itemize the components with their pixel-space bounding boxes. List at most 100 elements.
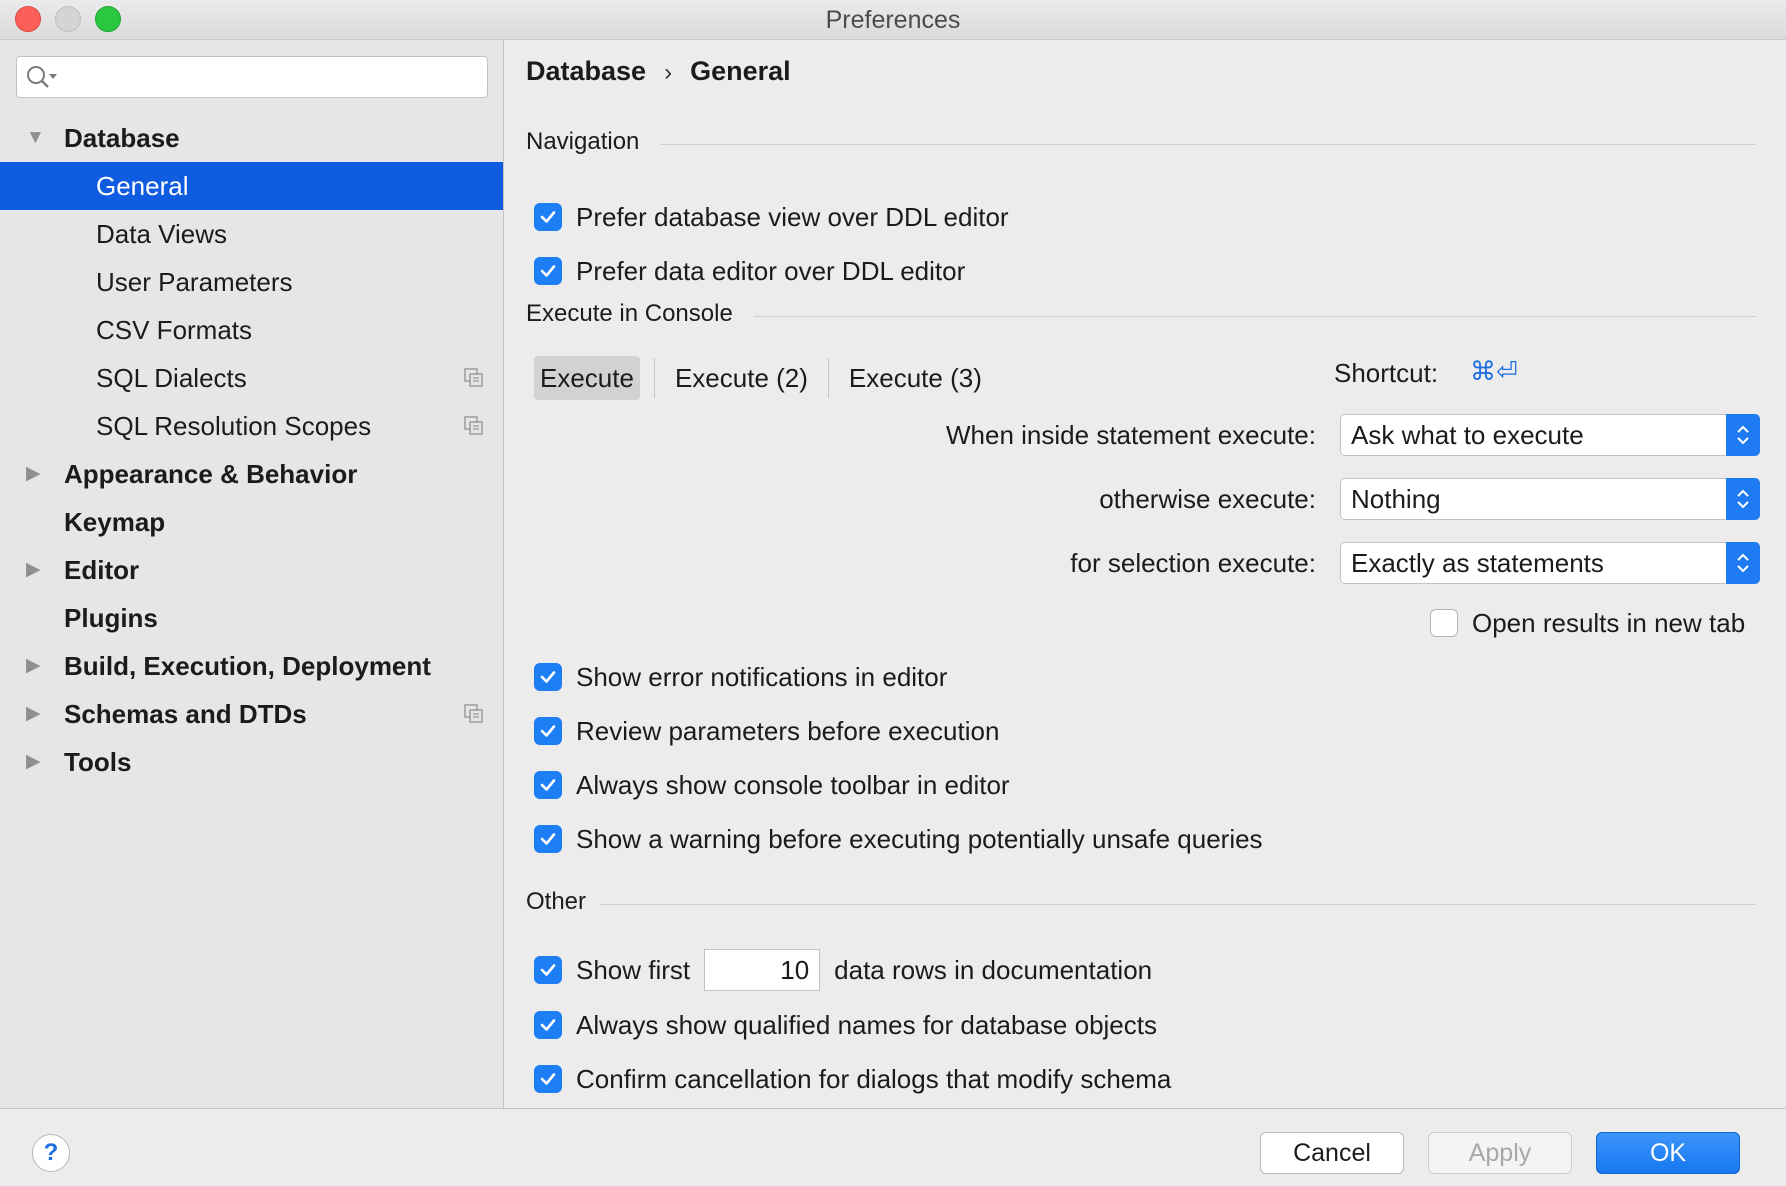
sidebar-item-label: Plugins <box>64 603 158 633</box>
breadcrumb-parent[interactable]: Database <box>526 56 646 86</box>
sidebar-item-user-parameters[interactable]: User Parameters <box>0 258 503 306</box>
execute-tabs: Execute Execute (2) Execute (3) <box>534 356 988 400</box>
preferences-window: Preferences ▼ Database General Data View… <box>0 0 1786 1186</box>
section-title-navigation: Navigation <box>526 128 652 156</box>
sidebar-item-appearance-behavior[interactable]: ▶ Appearance & Behavior <box>0 450 503 498</box>
settings-tree: ▼ Database General Data Views User Param… <box>0 114 503 786</box>
option-confirm-cancellation[interactable]: Confirm cancellation for dialogs that mo… <box>534 1062 1171 1096</box>
checkbox-label: Review parameters before execution <box>576 715 1000 746</box>
sidebar-item-label: CSV Formats <box>96 315 253 345</box>
up-down-arrows-icon[interactable] <box>1726 542 1760 584</box>
tab-execute-3[interactable]: Execute (3) <box>843 356 988 400</box>
sidebar-item-label: SQL Dialects <box>96 363 247 393</box>
cancel-button[interactable]: Cancel <box>1260 1132 1404 1174</box>
selection-execute-select[interactable]: Exactly as statements <box>1340 542 1760 584</box>
section-title-other: Other <box>526 888 599 916</box>
sidebar-item-sql-dialects[interactable]: SQL Dialects <box>0 354 503 402</box>
sidebar-item-csv-formats[interactable]: CSV Formats <box>0 306 503 354</box>
sidebar-item-keymap[interactable]: Keymap <box>0 498 503 546</box>
select-value: Nothing <box>1351 484 1441 514</box>
sidebar-item-label: Database <box>64 123 180 153</box>
search-input[interactable] <box>63 61 473 93</box>
settings-content: Database › General Navigation Prefer datab… <box>504 40 1786 1108</box>
option-open-results-new-tab[interactable]: Open results in new tab <box>1430 606 1745 640</box>
inside-statement-select[interactable]: Ask what to execute <box>1340 414 1760 456</box>
sidebar-item-label: General <box>96 171 189 201</box>
checkbox-label: Always show qualified names for database… <box>576 1009 1157 1040</box>
sidebar-item-schemas-and-dtds[interactable]: ▶ Schemas and DTDs <box>0 690 503 738</box>
checkbox[interactable] <box>534 1065 562 1093</box>
sidebar-item-sql-resolution-scopes[interactable]: SQL Resolution Scopes <box>0 402 503 450</box>
checkbox-label: Always show console toolbar in editor <box>576 769 1010 800</box>
checkbox[interactable] <box>534 956 562 984</box>
tab-execute-2[interactable]: Execute (2) <box>669 356 814 400</box>
section-title-execute-in-console: Execute in Console <box>526 300 745 328</box>
option-show-console-toolbar[interactable]: Always show console toolbar in editor <box>534 768 1010 802</box>
checkbox-label: Show error notifications in editor <box>576 661 948 692</box>
checkbox[interactable] <box>534 1011 562 1039</box>
collapsed-arrow-icon[interactable]: ▶ <box>26 450 41 498</box>
search-icon[interactable] <box>25 64 59 90</box>
collapsed-arrow-icon[interactable]: ▶ <box>26 546 41 594</box>
checkbox[interactable] <box>534 663 562 691</box>
checkbox[interactable] <box>534 257 562 285</box>
apply-button[interactable]: Apply <box>1428 1132 1572 1174</box>
checkbox-label: Show first <box>576 954 691 985</box>
window-title: Preferences <box>825 6 961 34</box>
otherwise-execute-select[interactable]: Nothing <box>1340 478 1760 520</box>
search-box[interactable] <box>16 56 488 98</box>
rows-count-field[interactable]: 10 <box>704 949 821 991</box>
collapsed-arrow-icon[interactable]: ▶ <box>26 642 41 690</box>
shortcut-keys[interactable]: ⌘⏎ <box>1470 356 1518 387</box>
section-divider <box>660 144 1756 145</box>
option-show-unsafe-warning[interactable]: Show a warning before executing potentia… <box>534 822 1263 856</box>
project-copy-icon <box>464 416 483 435</box>
sidebar-item-label: Tools <box>64 747 132 777</box>
sidebar-item-label: Editor <box>64 555 140 585</box>
title-bar: Preferences <box>0 0 1786 40</box>
sidebar-item-label: Build, Execution, Deployment <box>64 651 431 681</box>
help-button[interactable]: ? <box>32 1134 70 1172</box>
checkbox-label-suffix: data rows in documentation <box>834 954 1153 985</box>
sidebar-item-tools[interactable]: ▶ Tools <box>0 738 503 786</box>
checkbox[interactable] <box>534 825 562 853</box>
sidebar-item-label: User Parameters <box>96 267 293 297</box>
sidebar-item-general[interactable]: General <box>0 162 503 210</box>
settings-sidebar: ▼ Database General Data Views User Param… <box>0 40 504 1108</box>
collapsed-arrow-icon[interactable]: ▶ <box>26 738 41 786</box>
expanded-arrow-icon[interactable]: ▼ <box>26 114 45 162</box>
checkbox-label: Prefer database view over DDL editor <box>576 201 1009 232</box>
checkbox[interactable] <box>534 717 562 745</box>
checkbox[interactable] <box>1430 609 1458 637</box>
checkbox-label: Open results in new tab <box>1472 607 1746 638</box>
sidebar-item-plugins[interactable]: Plugins <box>0 594 503 642</box>
option-qualified-names[interactable]: Always show qualified names for database… <box>534 1008 1157 1042</box>
sidebar-item-build-execution-deployment[interactable]: ▶ Build, Execution, Deployment <box>0 642 503 690</box>
otherwise-execute-label: otherwise execute: <box>1099 484 1316 514</box>
sidebar-item-label: Schemas and DTDs <box>64 699 307 729</box>
option-prefer-database-view[interactable]: Prefer database view over DDL editor <box>534 200 1009 234</box>
shortcut-label: Shortcut: <box>1334 358 1439 388</box>
checkbox[interactable] <box>534 771 562 799</box>
up-down-arrows-icon[interactable] <box>1726 478 1760 520</box>
up-down-arrows-icon[interactable] <box>1726 414 1760 456</box>
breadcrumb-current: General <box>690 56 791 86</box>
section-divider <box>754 316 1756 317</box>
ok-button[interactable]: OK <box>1596 1132 1740 1174</box>
tab-divider <box>653 358 655 398</box>
option-review-parameters[interactable]: Review parameters before execution <box>534 714 999 748</box>
tab-execute[interactable]: Execute <box>534 356 640 400</box>
checkbox-label: Confirm cancellation for dialogs that mo… <box>576 1063 1172 1094</box>
selection-execute-label: for selection execute: <box>1070 548 1316 578</box>
collapsed-arrow-icon[interactable]: ▶ <box>26 690 41 738</box>
project-copy-icon <box>464 704 483 723</box>
sidebar-item-database[interactable]: ▼ Database <box>0 114 503 162</box>
sidebar-item-data-views[interactable]: Data Views <box>0 210 503 258</box>
option-show-error-notifications[interactable]: Show error notifications in editor <box>534 660 947 694</box>
sidebar-item-editor[interactable]: ▶ Editor <box>0 546 503 594</box>
checkbox[interactable] <box>534 203 562 231</box>
option-show-first-rows[interactable]: Show first 10 data rows in documentation <box>534 948 1152 992</box>
sidebar-item-label: Appearance & Behavior <box>64 459 358 489</box>
option-prefer-data-editor[interactable]: Prefer data editor over DDL editor <box>534 254 965 288</box>
checkbox-label: Show a warning before executing potentia… <box>576 823 1263 854</box>
